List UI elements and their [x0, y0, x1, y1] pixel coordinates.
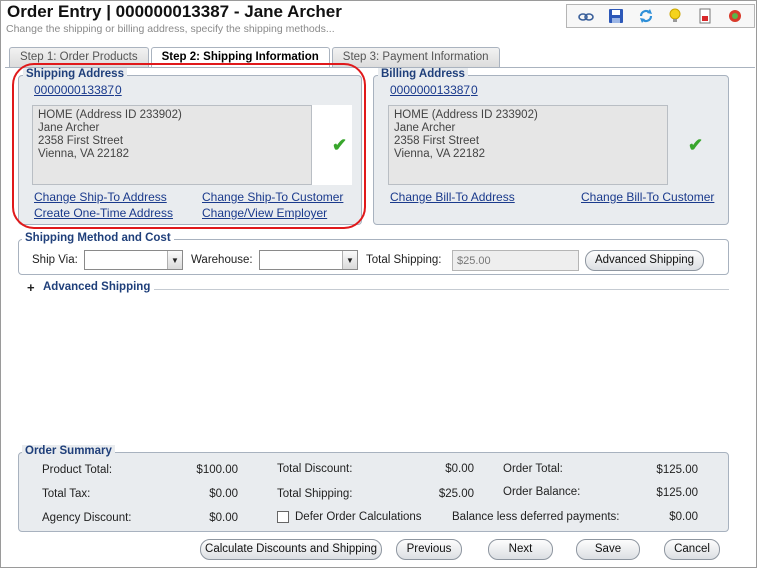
next-button[interactable]: Next	[488, 539, 553, 560]
billing-address-line: HOME (Address ID 233902)	[394, 109, 538, 121]
save-icon[interactable]	[608, 8, 624, 24]
order-balance-label: Order Balance:	[503, 486, 581, 498]
order-total-value: $125.00	[656, 464, 698, 476]
tab-payment-information[interactable]: Step 3: Payment Information	[331, 47, 500, 67]
page-title: Order Entry | 000000013387 - Jane Archer	[7, 2, 342, 21]
billing-address-box: HOME (Address ID 233902) Jane Archer 235…	[388, 105, 668, 185]
chevron-down-icon[interactable]: ▼	[167, 251, 182, 269]
warehouse-value	[260, 251, 268, 269]
ship-via-value	[85, 251, 93, 269]
section-divider	[154, 289, 729, 290]
warehouse-label: Warehouse:	[191, 254, 253, 266]
total-tax-value: $0.00	[209, 488, 238, 500]
billing-address-line: Jane Archer	[394, 122, 456, 134]
shipping-method-legend: Shipping Method and Cost	[22, 232, 174, 244]
chevron-down-icon[interactable]: ▼	[342, 251, 357, 269]
ship-via-select[interactable]: ▼	[84, 250, 183, 270]
total-shipping-label: Total Shipping:	[366, 254, 442, 266]
product-total-value: $100.00	[196, 464, 238, 476]
highlight-ring	[12, 63, 366, 229]
ship-via-label: Ship Via:	[32, 254, 78, 266]
total-discount-value: $0.00	[445, 463, 474, 475]
billing-address-index-link[interactable]: 0	[471, 83, 478, 97]
report-icon[interactable]	[697, 8, 713, 24]
toolbar	[566, 4, 755, 28]
defer-calculations-checkbox[interactable]	[277, 511, 289, 523]
product-total-label: Product Total:	[42, 464, 113, 476]
billing-address-line: 2358 First Street	[394, 135, 480, 147]
total-shipping-field[interactable]: $25.00	[452, 250, 579, 271]
previous-button[interactable]: Previous	[396, 539, 462, 560]
cancel-button[interactable]: Cancel	[664, 539, 720, 560]
billing-address-line: Vienna, VA 22182	[394, 148, 486, 160]
view-icon[interactable]	[578, 8, 594, 24]
calculate-discounts-button[interactable]: Calculate Discounts and Shipping	[200, 539, 382, 560]
balance-deferred-label: Balance less deferred payments:	[452, 511, 620, 523]
help-icon[interactable]	[727, 8, 743, 24]
order-summary-legend: Order Summary	[22, 445, 115, 457]
total-tax-label: Total Tax:	[42, 488, 91, 500]
balance-deferred-value: $0.00	[669, 511, 698, 523]
advanced-shipping-button[interactable]: Advanced Shipping	[585, 250, 704, 271]
total-discount-label: Total Discount:	[277, 463, 353, 475]
agency-discount-label: Agency Discount:	[42, 512, 132, 524]
order-total-label: Order Total:	[503, 463, 563, 475]
agency-discount-value: $0.00	[209, 512, 238, 524]
order-balance-value: $125.00	[656, 487, 698, 499]
check-icon: ✔	[688, 135, 704, 155]
change-bill-to-address-link[interactable]: Change Bill-To Address	[390, 190, 515, 204]
refresh-icon[interactable]	[638, 8, 654, 24]
save-button[interactable]: Save	[576, 539, 640, 560]
lightbulb-icon[interactable]	[667, 8, 683, 24]
summary-total-shipping-value: $25.00	[438, 488, 474, 500]
warehouse-select[interactable]: ▼	[259, 250, 358, 270]
defer-calculations-label: Defer Order Calculations	[295, 511, 422, 523]
expand-icon[interactable]: +	[27, 280, 35, 295]
billing-address-legend: Billing Address	[378, 68, 468, 80]
billing-customer-link[interactable]: 000000013387	[390, 83, 470, 97]
summary-total-shipping-label: Total Shipping:	[277, 488, 353, 500]
change-bill-to-customer-link[interactable]: Change Bill-To Customer	[581, 190, 714, 204]
advanced-shipping-section-label[interactable]: Advanced Shipping	[43, 281, 150, 293]
page-subtitle: Change the shipping or billing address, …	[6, 23, 335, 35]
